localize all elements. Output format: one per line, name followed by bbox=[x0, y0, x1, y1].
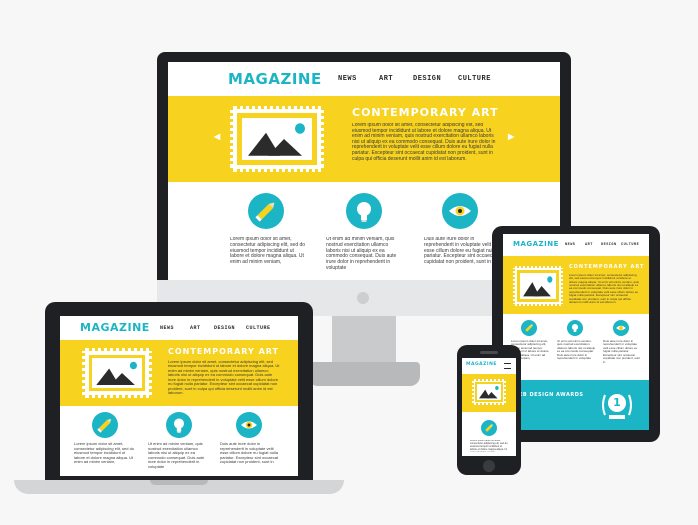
tablet-nav-design[interactable]: DESIGN bbox=[601, 243, 617, 247]
laptop-lightbulb-icon bbox=[166, 412, 192, 438]
phone-hero-banner bbox=[462, 374, 516, 412]
tablet-feature-text-2: Ut enim ad minim veniam, quis nostrud ex… bbox=[557, 340, 596, 361]
tablet-nav-art[interactable]: ART bbox=[585, 243, 593, 247]
tablet-hero-title: CONTEMPORARY ART bbox=[569, 264, 645, 270]
laptop-nav-art[interactable]: ART bbox=[190, 325, 201, 331]
tablet-site-logo[interactable]: MAGAZINE bbox=[513, 240, 559, 248]
lightbulb-icon bbox=[346, 193, 382, 229]
laptop-nav-design[interactable]: DESIGN bbox=[214, 325, 235, 331]
nav-design[interactable]: DESIGN bbox=[413, 75, 441, 83]
pencil-icon bbox=[248, 193, 284, 229]
prev-arrow[interactable]: ◀ bbox=[214, 132, 220, 141]
phone-home-button[interactable] bbox=[483, 460, 495, 472]
tablet-nav-culture[interactable]: CULTURE bbox=[621, 243, 639, 247]
feature-text-2: Ut enim ad minim veniam, quis nostrud ex… bbox=[326, 237, 397, 271]
tablet-eye-icon bbox=[613, 320, 629, 336]
laptop-screen: MAGAZINE NEWS ART DESIGN CULTURE CONTEMP… bbox=[60, 316, 298, 476]
hero-title: CONTEMPORARY ART bbox=[352, 106, 499, 119]
laptop-eye-icon bbox=[236, 412, 262, 438]
laptop-feature-text-2: Ut enim ad minim veniam, quis nostrud ex… bbox=[148, 442, 205, 469]
hero-banner: ◀ ▶ CONTEMPORARY ART Lorem ipsum dolor s… bbox=[168, 96, 560, 182]
award-badge-icon: 1 bbox=[597, 385, 637, 425]
laptop-feature-text-3: Duis aute irure dolor in reprehenderit i… bbox=[220, 442, 279, 465]
nav-culture[interactable]: CULTURE bbox=[458, 75, 491, 83]
phone-image-placeholder-icon bbox=[477, 384, 501, 400]
laptop-nav-news[interactable]: NEWS bbox=[160, 325, 174, 331]
awards-band: WEB DESIGN AWARDS 1 bbox=[503, 380, 649, 430]
laptop-pencil-icon bbox=[92, 412, 118, 438]
tablet-pencil-icon bbox=[521, 320, 537, 336]
laptop-site-logo[interactable]: MAGAZINE bbox=[80, 321, 150, 334]
laptop-image-placeholder-icon bbox=[92, 358, 142, 388]
laptop-nav-culture[interactable]: CULTURE bbox=[246, 325, 271, 331]
phone-site-header: MAGAZINE bbox=[462, 358, 516, 374]
monitor-power-dot bbox=[357, 292, 369, 304]
tablet-hero-text: Lorem ipsum dolor sit amet, consectetur … bbox=[569, 274, 639, 304]
site-logo[interactable]: MAGAZINE bbox=[228, 70, 322, 88]
image-placeholder-icon bbox=[242, 118, 312, 160]
tablet-site-header: MAGAZINE NEWS ART DESIGN CULTURE bbox=[503, 234, 649, 256]
phone-site-logo[interactable]: MAGAZINE bbox=[466, 362, 497, 367]
tablet-feature-text-3: Duis aute irure dolor in reprehenderit i… bbox=[603, 340, 641, 364]
feature-text-3: Duis aute irure dolor in reprehenderit i… bbox=[424, 237, 497, 265]
laptop-feature-text-1: Lorem ipsum dolor sit amet, consectetur … bbox=[74, 442, 135, 465]
feature-text-1: Lorem ipsum dolor sit amet, consectetur … bbox=[230, 237, 306, 265]
eye-icon bbox=[442, 193, 478, 229]
next-arrow[interactable]: ▶ bbox=[508, 132, 514, 141]
laptop-hero-text: Lorem ipsum dolor sit amet, consectetur … bbox=[168, 360, 280, 396]
tablet-nav-news[interactable]: NEWS bbox=[565, 243, 575, 247]
monitor-stand-base bbox=[308, 362, 420, 386]
phone-hero-stamp-frame bbox=[472, 379, 506, 405]
hero-text: Lorem ipsum dolor sit amet, consectetur … bbox=[352, 123, 496, 162]
laptop-site-header: MAGAZINE NEWS ART DESIGN CULTURE bbox=[60, 316, 298, 340]
laptop-hero-title: CONTEMPORARY ART bbox=[168, 347, 280, 356]
phone-menu-icon[interactable] bbox=[504, 363, 511, 369]
hero-stamp-frame bbox=[230, 106, 324, 172]
phone-speaker bbox=[480, 351, 498, 354]
nav-art[interactable]: ART bbox=[379, 75, 393, 83]
tablet-hero-stamp-frame bbox=[513, 266, 563, 306]
tablet-lightbulb-icon bbox=[567, 320, 583, 336]
site-header: MAGAZINE NEWS ART DESIGN CULTURE bbox=[168, 62, 560, 96]
awards-label: WEB DESIGN AWARDS bbox=[513, 392, 584, 398]
laptop-notch bbox=[150, 480, 208, 485]
phone-screen: MAGAZINE Lorem ipsum dolor sit amet, con… bbox=[462, 358, 516, 456]
tablet-screen: MAGAZINE NEWS ART DESIGN CULTURE CONTEMP… bbox=[503, 234, 649, 430]
tablet-image-placeholder-icon bbox=[520, 273, 556, 299]
monitor-stand-neck bbox=[332, 312, 396, 364]
award-number: 1 bbox=[613, 396, 621, 409]
phone-feature-text-1: Lorem ipsum dolor sit amet, consectetur … bbox=[470, 440, 508, 452]
laptop-hero-banner: CONTEMPORARY ART Lorem ipsum dolor sit a… bbox=[60, 340, 298, 406]
tablet-hero-banner: CONTEMPORARY ART Lorem ipsum dolor sit a… bbox=[503, 256, 649, 314]
laptop-hero-stamp-frame bbox=[82, 348, 152, 398]
nav-news[interactable]: NEWS bbox=[338, 75, 357, 83]
phone-pencil-icon bbox=[481, 420, 497, 436]
